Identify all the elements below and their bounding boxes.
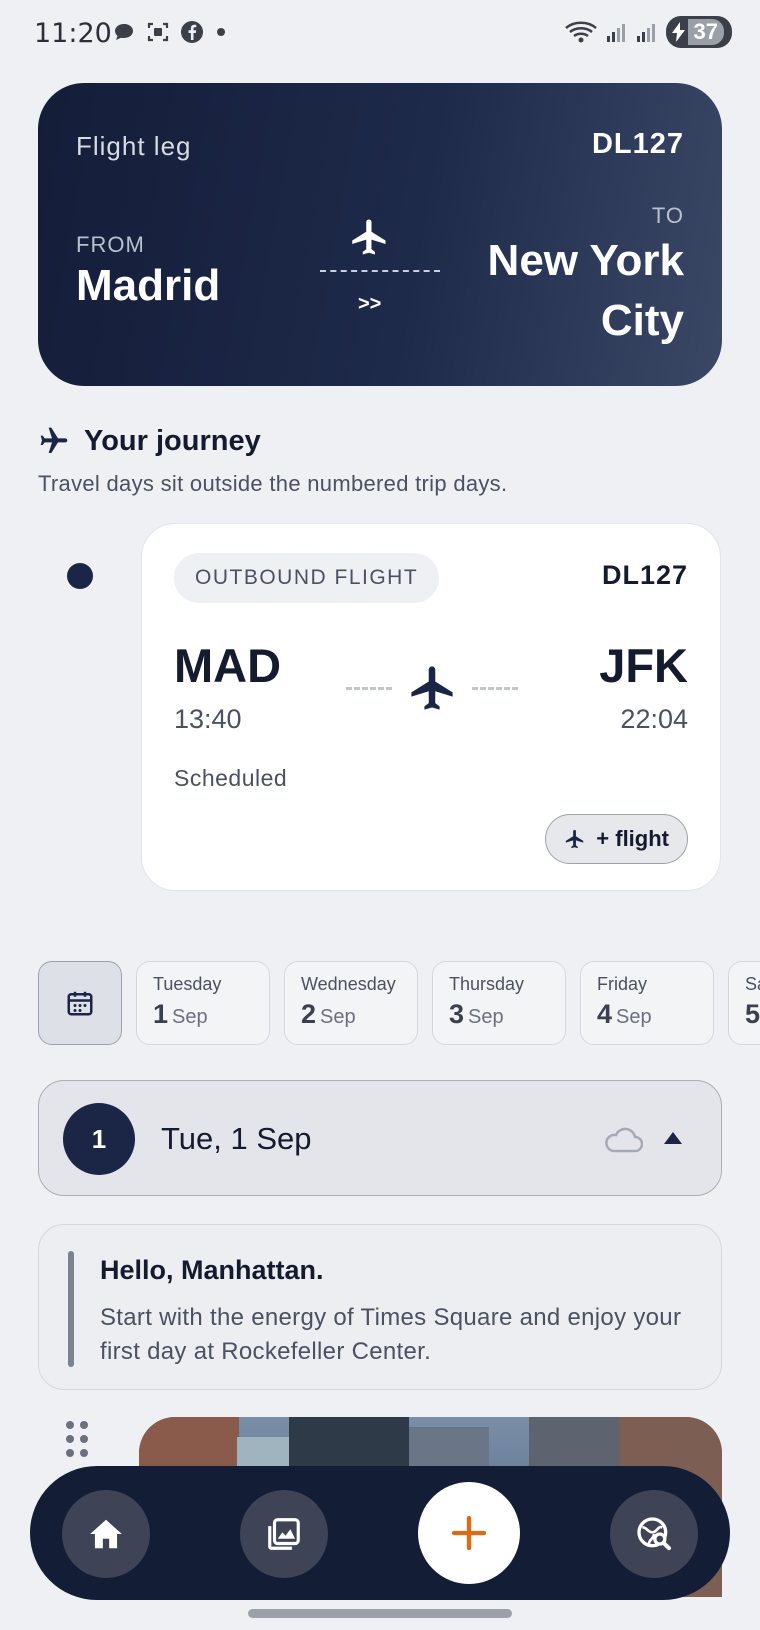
day-number: 2: [301, 999, 317, 1029]
bottom-navigation: [30, 1466, 730, 1600]
home-button[interactable]: [62, 1490, 150, 1578]
day-note-card[interactable]: Hello, Manhattan. Start with the energy …: [38, 1224, 722, 1390]
day-number: 1: [153, 999, 169, 1029]
status-bar: 11:20 37: [0, 0, 760, 66]
route-dash-left: [346, 686, 392, 690]
day-chip[interactable]: Friday 4 Sep: [580, 961, 714, 1045]
journey-title: Your journey: [84, 425, 261, 457]
day-badge: 1: [63, 1103, 135, 1175]
hero-leg-label: Flight leg: [76, 131, 192, 161]
day-name: Wednesday: [301, 974, 396, 994]
note-title: Hello, Manhattan.: [100, 1255, 324, 1285]
home-indicator[interactable]: [248, 1609, 512, 1618]
calendar-button[interactable]: [38, 961, 122, 1045]
day-chip[interactable]: Wednesday 2 Sep: [284, 961, 418, 1045]
day-number: 4: [597, 999, 613, 1029]
add-flight-button[interactable]: + flight: [545, 814, 688, 864]
outbound-flight-card[interactable]: OUTBOUND FLIGHT DL127 MAD JFK 13:40 22:0…: [141, 523, 721, 891]
day-month: Sep: [468, 1006, 504, 1028]
day-month: Sep: [616, 1006, 652, 1028]
chat-icon: [115, 24, 133, 40]
day-number: 5: [745, 999, 760, 1029]
battery-level: 37: [687, 19, 724, 45]
journey-plane-icon: [38, 425, 70, 462]
cloud-icon: [605, 1127, 643, 1153]
day-header-title: Tue, 1 Sep: [161, 1121, 312, 1156]
battery-indicator: 37: [665, 16, 732, 48]
day-month: Sep: [320, 1006, 356, 1028]
departure-time: 13:40: [174, 704, 242, 734]
day-name: Sa: [745, 974, 760, 994]
hero-flight-code: DL127: [591, 128, 684, 160]
status-time: 11:20: [34, 18, 112, 49]
notification-icons: [112, 20, 228, 44]
day-selector: Tuesday 1 Sep Wednesday 2 Sep Thursday 3 Se…: [38, 961, 760, 1045]
route-arrows: >>: [358, 293, 382, 315]
route-dashes: [320, 270, 440, 272]
screenshot-icon: [147, 22, 169, 42]
route-line: [346, 662, 518, 714]
arrival-time: 22:04: [620, 704, 688, 734]
plane-icon: [411, 666, 453, 710]
flight-status: Scheduled: [174, 765, 288, 791]
route-dash-right: [472, 686, 518, 690]
flight-type-pill: OUTBOUND FLIGHT: [174, 553, 440, 603]
plane-icon: [566, 829, 584, 849]
journey-subtitle: Travel days sit outside the numbered tri…: [38, 471, 508, 496]
day-chip[interactable]: Sa 5: [728, 961, 760, 1045]
arrival-airport-code: JFK: [599, 639, 688, 692]
signal-icon: [606, 24, 625, 42]
add-button[interactable]: [418, 1482, 520, 1584]
flight-leg-hero[interactable]: Flight leg DL127 FROM Madrid >> TO New Y…: [38, 83, 722, 386]
note-accent-bar: [68, 1251, 74, 1367]
departure-airport-code: MAD: [174, 639, 282, 692]
card-flight-code: DL127: [601, 560, 688, 590]
hero-from-label: FROM: [76, 232, 145, 257]
timeline-dot: [67, 563, 93, 589]
drag-handle-icon[interactable]: [66, 1421, 94, 1457]
add-icon: [451, 1515, 487, 1551]
plane-icon: [308, 216, 428, 263]
gallery-button[interactable]: [240, 1490, 328, 1578]
day-header[interactable]: 1 Tue, 1 Sep: [38, 1080, 722, 1196]
day-chip[interactable]: Tuesday 1 Sep: [136, 961, 270, 1045]
charging-icon: [671, 22, 685, 42]
add-flight-label: + flight: [596, 826, 669, 851]
wifi-icon: [564, 21, 597, 43]
signal-icon-2: [636, 24, 655, 42]
day-month: Sep: [172, 1006, 208, 1028]
calendar-icon: [67, 991, 93, 1016]
day-chip[interactable]: Thursday 3 Sep: [432, 961, 566, 1045]
dot-icon: [217, 28, 225, 36]
system-icons: 37: [564, 16, 732, 48]
hero-to-label: TO: [651, 203, 684, 228]
hero-to-city: New York City: [487, 236, 684, 345]
search-map-icon: [637, 1517, 671, 1551]
explore-button[interactable]: [610, 1490, 698, 1578]
hero-from-city: Madrid: [76, 261, 221, 310]
gallery-icon: [268, 1518, 300, 1550]
day-name: Thursday: [449, 974, 525, 994]
day-name: Tuesday: [153, 974, 222, 994]
facebook-icon: [181, 21, 203, 43]
home-icon: [90, 1519, 122, 1549]
collapse-caret-icon[interactable]: [663, 1131, 683, 1145]
day-name: Friday: [597, 974, 648, 994]
note-body: Start with the energy of Times Square an…: [100, 1304, 682, 1365]
day-number: 3: [449, 999, 465, 1029]
